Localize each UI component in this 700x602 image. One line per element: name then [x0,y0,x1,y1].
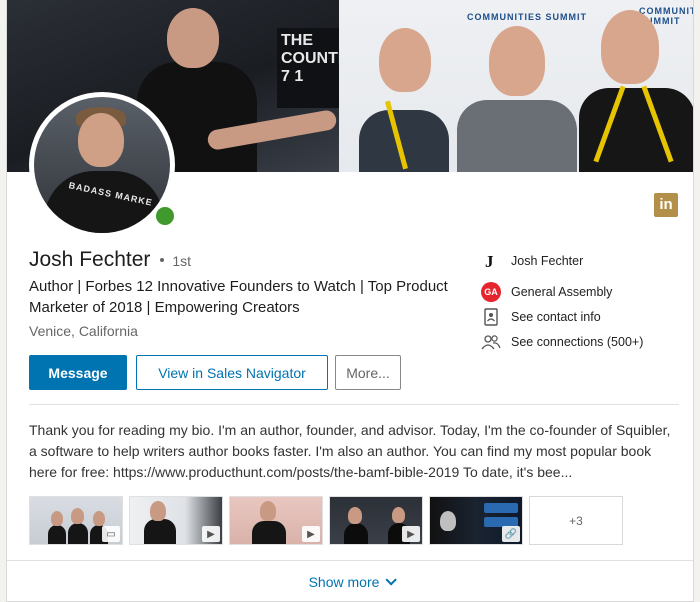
profile-name: Josh Fechter [29,248,151,271]
media-thumbnail[interactable]: ▶ [329,496,423,545]
show-more-button[interactable]: Show more [7,560,693,601]
cover-photo-group: COMMUNITIES SUMMIT COMMUNITIES SUMMIT [339,0,693,172]
show-more-label: Show more [308,573,380,590]
profile-headline: Author | Forbes 12 Innovative Founders t… [29,278,448,316]
message-button[interactable]: Message [29,355,127,390]
general-assembly-logo-icon: GA [481,281,501,302]
view-in-sales-navigator-button[interactable]: View in Sales Navigator [136,355,328,390]
section-divider [29,404,679,405]
company-logo-icon: J [481,251,501,271]
side-item-label: See contact info [511,309,601,324]
more-actions-button[interactable]: More... [335,355,401,390]
profile-side-info: J Josh Fechter GA General Assembly See c… [481,247,681,353]
video-icon: ▶ [202,526,220,542]
side-item-education[interactable]: GA General Assembly [481,278,681,305]
stage-sign: THE COUNTRIES 7 1 [277,28,375,108]
side-item-label: See connections (500+) [511,334,644,349]
people-icon [481,332,501,352]
side-item-label: General Assembly [511,284,613,299]
profile-card: THE COUNTRIES 7 1 COMMUNITIES SUMMIT COM… [6,0,694,602]
side-item-connections[interactable]: See connections (500+) [481,328,681,355]
profile-photo[interactable]: BADASS MARKE [29,92,177,238]
online-status-indicator [153,204,177,228]
media-thumbnail[interactable]: ▶ [229,496,323,545]
side-item-contact-info[interactable]: See contact info [481,303,681,330]
about-summary: Thank you for reading my bio. I'm an aut… [29,422,671,480]
linkedin-icon[interactable]: in [654,193,678,217]
featured-media: ▭ ▶ ▶ ▶ 🔗 +3 [29,496,623,545]
video-icon: ▶ [302,526,320,542]
media-thumbnail[interactable]: ▭ [29,496,123,545]
video-icon: ▶ [402,526,420,542]
event-logo: COMMUNITIES SUMMIT [467,12,587,22]
presentation-icon: ▭ [102,526,120,542]
media-thumbnail[interactable]: ▶ [129,496,223,545]
more-media-button[interactable]: +3 [529,496,623,545]
side-item-label: Josh Fechter [511,253,584,268]
side-item-current-company[interactable]: J Josh Fechter [481,247,681,274]
media-thumbnail[interactable]: 🔗 [429,496,523,545]
name-row: Josh Fechter 1st [29,248,191,272]
connection-degree: 1st [172,253,192,269]
separator-dot [160,258,165,262]
svg-text:J: J [485,252,494,270]
chevron-down-icon [385,573,398,586]
link-icon: 🔗 [502,526,520,542]
profile-location: Venice, California [29,323,138,339]
contact-card-icon [481,307,501,327]
